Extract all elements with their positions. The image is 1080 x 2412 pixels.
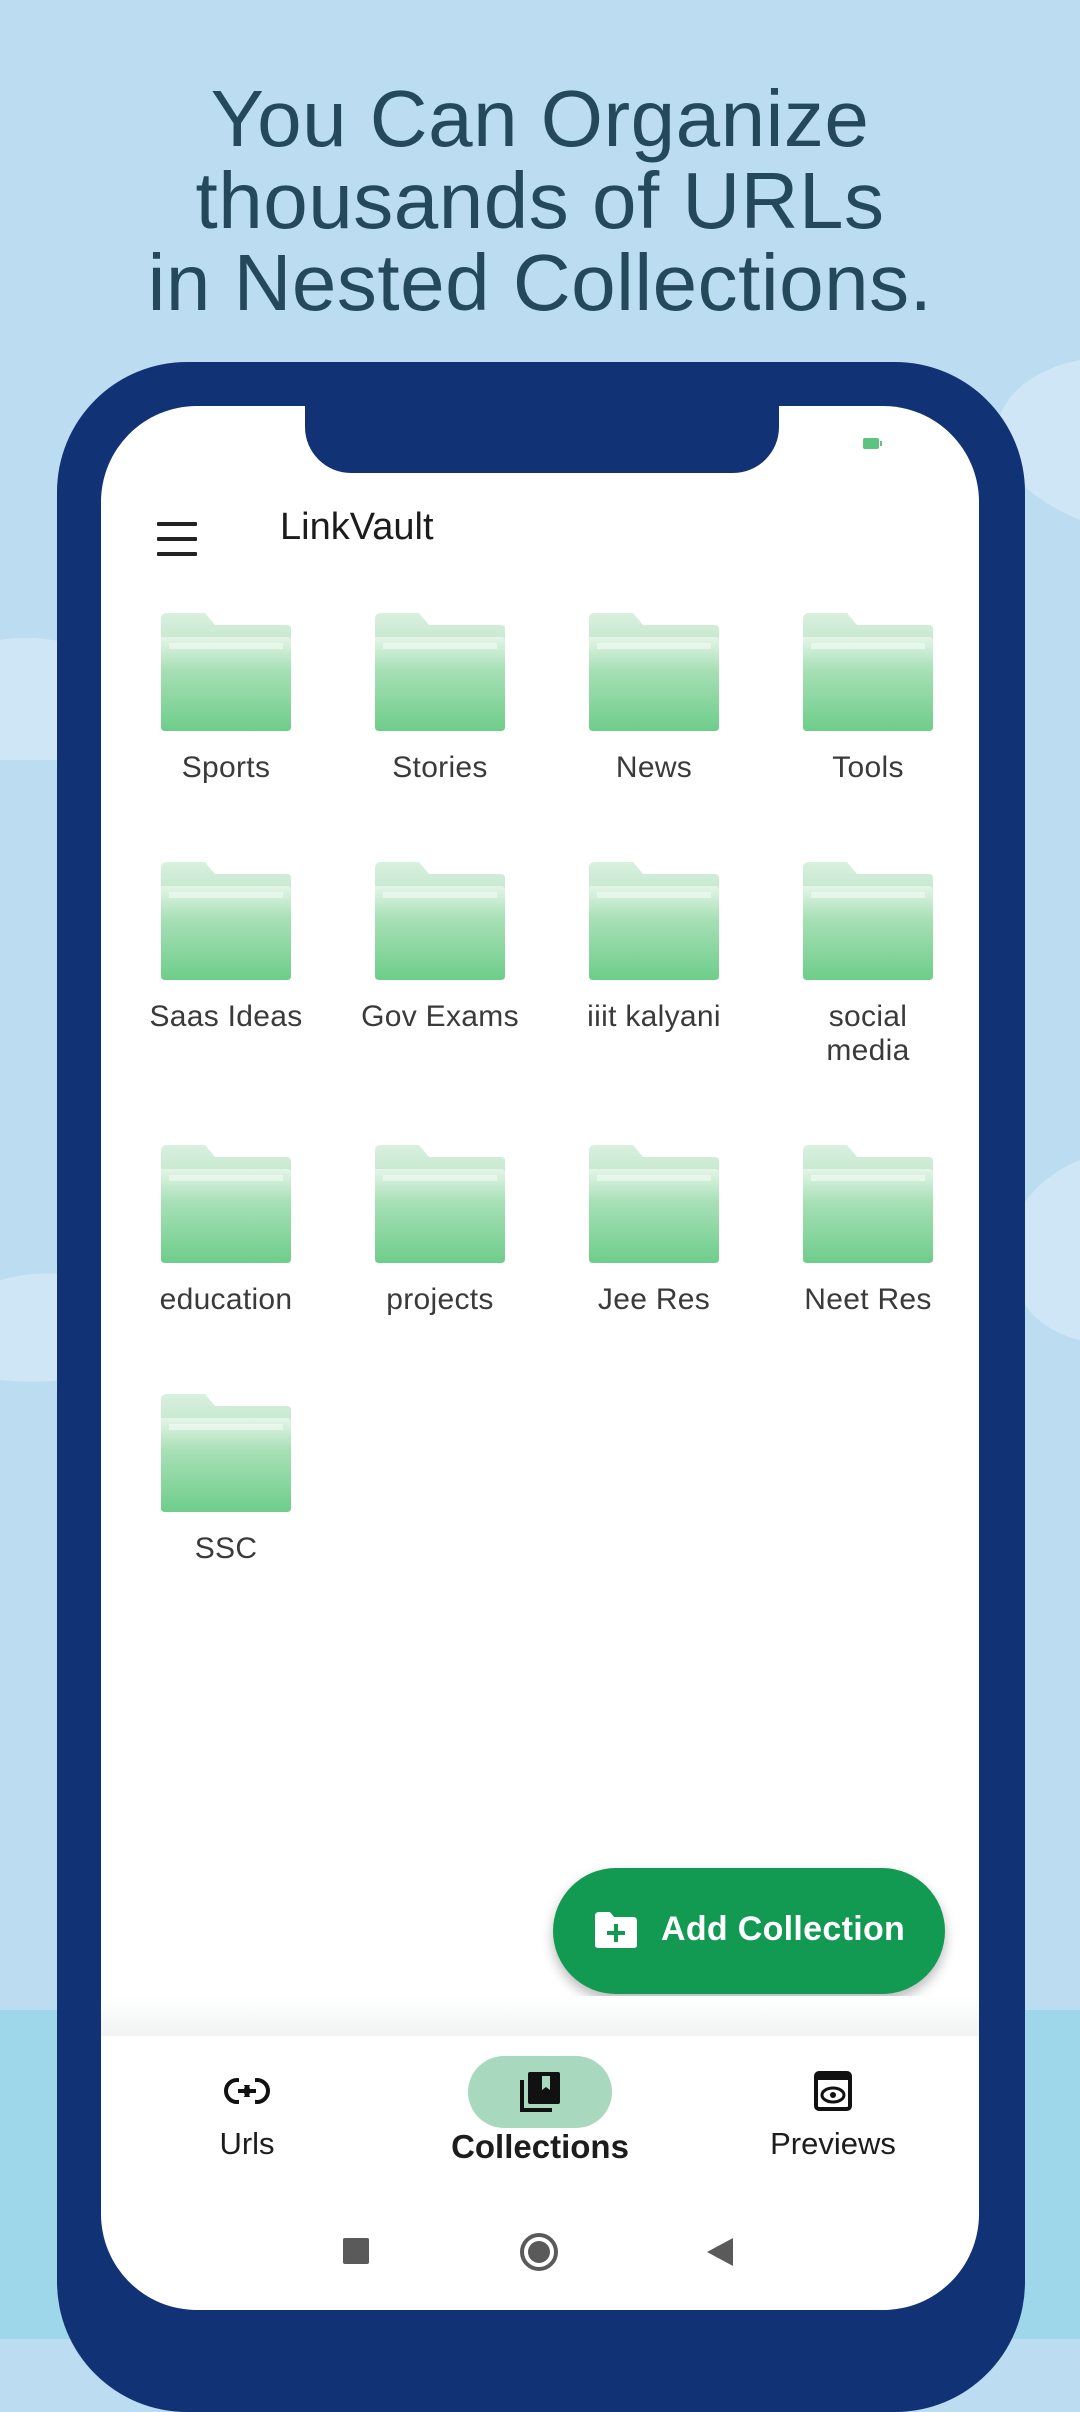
folder-icon xyxy=(375,613,505,731)
collection-folder[interactable]: Gov Exams xyxy=(333,860,547,1143)
nav-divider-shade xyxy=(101,1996,979,2036)
folder-icon xyxy=(375,1145,505,1263)
folder-add-icon xyxy=(595,1912,637,1948)
collection-label: Stories xyxy=(392,751,488,784)
nav-tab-previews[interactable]: Previews xyxy=(687,2036,979,2192)
folder-icon xyxy=(803,1145,933,1263)
add-collection-button[interactable]: Add Collection xyxy=(553,1868,945,1994)
collection-folder[interactable]: projects xyxy=(333,1143,547,1392)
headline: You Can Organize thousands of URLs in Ne… xyxy=(0,78,1080,324)
folder-icon xyxy=(161,613,291,731)
collection-label: News xyxy=(615,751,693,784)
hamburger-menu-icon[interactable] xyxy=(157,522,201,556)
folder-icon xyxy=(589,862,719,980)
collections-grid: Sports Stories News Tools Saas Ideas Gov Exam… xyxy=(119,611,975,1592)
recents-icon[interactable] xyxy=(343,2238,369,2264)
collection-label: SSC xyxy=(194,1532,258,1565)
folder-icon xyxy=(803,613,933,731)
battery-icon xyxy=(863,438,882,449)
collection-label: projects xyxy=(386,1283,494,1316)
collection-label: education xyxy=(159,1283,293,1316)
app-bar: LinkVault xyxy=(101,496,979,576)
add-collection-label: Add Collection xyxy=(661,1910,906,1948)
collection-folder[interactable]: Tools xyxy=(761,611,975,860)
collections-icon xyxy=(520,2072,560,2112)
collection-label: Gov Exams xyxy=(361,1000,519,1033)
system-navigation-bar xyxy=(101,2206,979,2310)
home-icon[interactable] xyxy=(519,2232,559,2272)
nav-tab-urls[interactable]: Urls xyxy=(101,2036,393,2192)
back-icon[interactable] xyxy=(705,2236,735,2268)
bottom-navigation: Urls Collections Previews xyxy=(101,2036,979,2192)
nav-label-previews: Previews xyxy=(770,2126,896,2161)
folder-icon xyxy=(803,862,933,980)
app-title: LinkVault xyxy=(280,506,434,548)
headline-line-1: You Can Organize xyxy=(210,74,870,163)
headline-line-2: thousands of URLs xyxy=(195,156,885,245)
collection-folder[interactable]: SSC xyxy=(119,1392,333,1592)
collection-label: Sports xyxy=(181,751,271,784)
folder-icon xyxy=(161,1145,291,1263)
collection-label: iiit kalyani xyxy=(587,1000,721,1033)
collection-folder[interactable]: education xyxy=(119,1143,333,1392)
folder-icon xyxy=(589,613,719,731)
collection-label: social media xyxy=(826,1000,910,1067)
folder-icon xyxy=(589,1145,719,1263)
collection-label: Neet Res xyxy=(804,1283,932,1316)
collection-folder[interactable]: social media xyxy=(761,860,975,1143)
nav-tab-collections[interactable]: Collections xyxy=(394,2036,686,2192)
phone-screen: LinkVault Sports Stories News Tools Saas Ide… xyxy=(101,406,979,2310)
folder-icon xyxy=(161,862,291,980)
preview-eye-icon xyxy=(814,2071,852,2111)
phone-notch xyxy=(305,406,779,473)
collection-folder[interactable]: Saas Ideas xyxy=(119,860,333,1143)
collection-label: Tools xyxy=(832,751,904,784)
collection-folder[interactable]: iiit kalyani xyxy=(547,860,761,1143)
collection-folder[interactable]: Stories xyxy=(333,611,547,860)
collection-folder[interactable]: Jee Res xyxy=(547,1143,761,1392)
headline-line-3: in Nested Collections. xyxy=(147,238,933,327)
nav-label-collections: Collections xyxy=(451,2128,629,2165)
collection-label: Saas Ideas xyxy=(149,1000,303,1033)
folder-icon xyxy=(161,1394,291,1512)
collection-folder[interactable]: Neet Res xyxy=(761,1143,975,1392)
collection-label: Jee Res xyxy=(597,1283,711,1316)
collection-folder[interactable]: Sports xyxy=(119,611,333,860)
link-icon xyxy=(224,2078,270,2104)
nav-label-urls: Urls xyxy=(219,2126,275,2161)
collection-folder[interactable]: News xyxy=(547,611,761,860)
folder-icon xyxy=(375,862,505,980)
